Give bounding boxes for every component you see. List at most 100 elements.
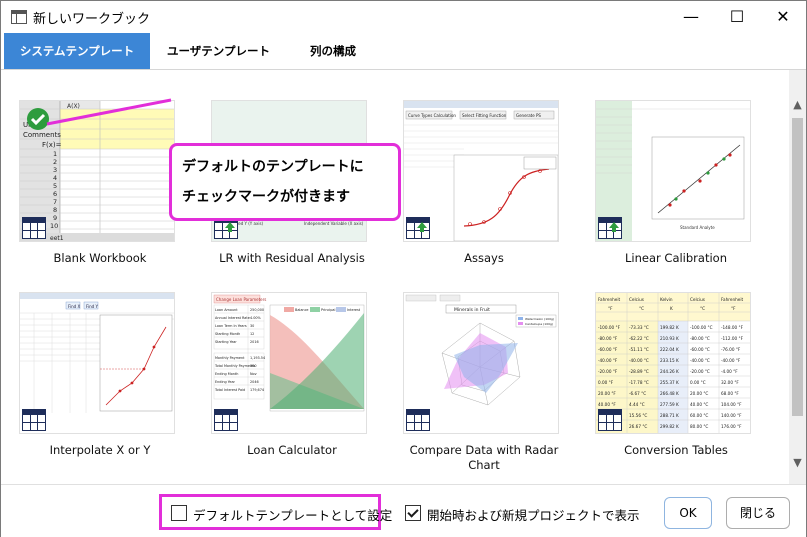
template-label: LR with Residual Analysis — [219, 251, 365, 265]
template-label: Compare Data with Radar Chart — [409, 443, 559, 472]
template-label: Assays — [464, 251, 504, 265]
conversion-cell: 80.00 °C — [690, 424, 708, 429]
scroll-thumb[interactable] — [792, 118, 803, 416]
conversion-header: Kelvin — [660, 297, 673, 302]
conversion-cell: -60.00 °F — [598, 347, 618, 352]
loan-parameters-tag: Change Loan Parameters — [216, 297, 266, 302]
loan-value: Nov — [250, 372, 257, 376]
close-window-button[interactable]: ✕ — [760, 1, 806, 33]
conversion-unit: °F — [608, 306, 613, 311]
vertical-scrollbar[interactable]: ▲ ▼ — [789, 70, 806, 484]
conversion-cell: 288.71 K — [660, 413, 679, 418]
row-label: 8 — [53, 206, 57, 214]
window-title: 新しいワークブック — [33, 12, 151, 27]
row-label: 5 — [53, 182, 57, 190]
conversion-cell: 210.93 K — [660, 336, 679, 341]
default-template-callout: デフォルトのテンプレートに チェックマークが付きます — [169, 143, 401, 221]
set-default-label: デフォルトテンプレートとして設定 — [193, 508, 393, 523]
residual-caption-right: Independent Variable (X axis) — [304, 221, 364, 226]
template-label: Conversion Tables — [624, 443, 728, 457]
conversion-cell: 4.44 °C — [629, 402, 645, 407]
template-label: Linear Calibration — [625, 251, 727, 265]
show-on-start-label: 開始時および新規プロジェクトで表示 — [427, 508, 640, 523]
template-tile-interpolate[interactable]: Find X Find Y — [19, 292, 175, 434]
title-bar: 新しいワークブック — ☐ ✕ — [1, 1, 806, 33]
worksheet-grid-icon — [22, 409, 46, 431]
conversion-cell: -148.00 °F — [721, 325, 744, 330]
show-on-start-checkbox[interactable] — [405, 505, 421, 521]
template-gallery: A(X) Units Comments F(x)= 1 2 3 4 5 6 7 … — [1, 70, 789, 484]
template-tile-loan-calculator[interactable]: Change Loan Parameters Loan Amount Annua… — [211, 292, 367, 434]
conversion-cell: -40.00 °C — [690, 358, 710, 363]
conversion-header: Celcius — [690, 297, 705, 302]
maximize-button[interactable]: ☐ — [714, 1, 760, 33]
loan-field: Ending Month — [215, 372, 238, 376]
conversion-cell: -80.00 °C — [690, 336, 710, 341]
conversion-cell: 26.67 °C — [629, 424, 647, 429]
find-y-button: Find Y — [86, 304, 98, 309]
tab-bar: システムテンプレート ユーザテンプレート 列の構成 — [1, 33, 806, 70]
loan-value: 250,000 — [250, 308, 264, 312]
tab-user-templates[interactable]: ユーザテンプレート — [156, 33, 281, 69]
row-label: 4 — [53, 174, 57, 182]
loan-field: Ending Year — [215, 380, 236, 384]
conversion-cell: 244.26 K — [660, 369, 679, 374]
conversion-cell: -20.00 °F — [598, 369, 618, 374]
template-tile-radar-chart[interactable]: Minerals in Fruit Watermelon (100g) Cant… — [403, 292, 559, 434]
ok-button[interactable]: OK — [664, 497, 712, 529]
worksheet-grid-icon — [406, 409, 430, 431]
loan-value: 179,674 — [250, 388, 264, 392]
conversion-cell: -40.00 °F — [721, 358, 741, 363]
callout-line-2: チェックマークが付きます — [182, 189, 350, 205]
conversion-cell: -28.89 °C — [629, 369, 649, 374]
conversion-cell: -100.00 °C — [690, 325, 713, 330]
conversion-cell: -20.00 °C — [690, 369, 710, 374]
conversion-cell: 32.00 °F — [721, 380, 739, 385]
tab-column-configuration[interactable]: 列の構成 — [288, 33, 378, 69]
set-default-checkbox[interactable] — [171, 505, 187, 521]
conversion-cell: 0.00 °F — [598, 380, 614, 385]
conversion-cell: 104.00 °F — [721, 402, 742, 407]
template-tile-conversion-tables[interactable]: Fahrenheit Celcius Kelvin Celcius Fahrenheit… — [595, 292, 751, 434]
find-x-button: Find X — [68, 304, 80, 309]
template-tile-assays[interactable]: Curve Types Calculation Select Fitting F… — [403, 100, 559, 242]
row-label: 6 — [53, 190, 57, 198]
loan-value: 4.00% — [250, 316, 262, 320]
conversion-header: Celcius — [629, 297, 644, 302]
conversion-cell: 255.37 K — [660, 380, 679, 385]
row-label: 2 — [53, 158, 57, 166]
up-arrow-icon — [417, 222, 427, 232]
loan-field: Starting Year — [215, 340, 237, 344]
conversion-cell: 277.59 K — [660, 402, 679, 407]
loan-legend-item: Interest — [347, 308, 361, 312]
loan-legend-item: Balance — [295, 308, 309, 312]
row-label: 1 — [53, 150, 57, 158]
conversion-cell: -4.00 °F — [721, 369, 738, 374]
conversion-cell: -62.22 °C — [629, 336, 649, 341]
conversion-cell: 299.82 K — [660, 424, 679, 429]
conversion-cell: 266.48 K — [660, 391, 679, 396]
close-button[interactable]: 閉じる — [726, 497, 790, 529]
loan-field: Starting Month — [215, 332, 240, 336]
minimize-button[interactable]: — — [668, 1, 714, 33]
tab-system-templates[interactable]: システムテンプレート — [4, 33, 150, 69]
conversion-cell: 222.04 K — [660, 347, 679, 352]
conversion-cell: 199.82 K — [660, 325, 679, 330]
template-label: Interpolate X or Y — [49, 443, 151, 457]
conversion-cell: 20.00 °F — [598, 391, 616, 396]
conversion-unit: °F — [731, 306, 736, 311]
template-tile-linear-calibration[interactable]: Standard Analyte — [595, 100, 751, 242]
scroll-up-icon[interactable]: ▲ — [789, 96, 806, 113]
conversion-cell: -60.00 °C — [690, 347, 710, 352]
loan-field: Loan Term In Years — [215, 324, 247, 328]
assay-menu-item: Generate PS — [516, 113, 541, 118]
conversion-cell: -80.00 °F — [598, 336, 618, 341]
conversion-cell: 140.00 °F — [721, 413, 742, 418]
up-arrow-icon — [609, 222, 619, 232]
loan-field: Loan Amount — [215, 308, 238, 312]
loan-value: 1,193.54 — [250, 356, 265, 360]
assay-menu-item: Select Fitting Function — [462, 113, 507, 118]
conversion-cell: 15.56 °C — [629, 413, 647, 418]
conversion-cell: -40.00 °C — [629, 358, 649, 363]
scroll-down-icon[interactable]: ▼ — [789, 454, 806, 471]
